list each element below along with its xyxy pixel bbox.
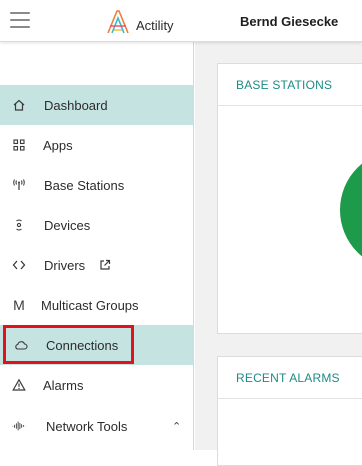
card-title: BASE STATIONS bbox=[218, 64, 362, 106]
signal-wave-icon bbox=[11, 418, 27, 434]
warning-icon bbox=[11, 377, 27, 393]
home-icon bbox=[11, 97, 27, 113]
sidebar-item-label: Base Stations bbox=[44, 177, 125, 193]
card-title: RECENT ALARMS bbox=[218, 357, 362, 399]
main-content: BASE STATIONS RECENT ALARMS bbox=[195, 42, 362, 466]
sidebar-item-devices[interactable]: Devices bbox=[0, 205, 194, 245]
sidebar-item-apps[interactable]: Apps bbox=[0, 125, 194, 165]
sidebar-item-label: Alarms bbox=[43, 377, 84, 393]
device-icon bbox=[11, 217, 27, 233]
highlight-annotation bbox=[3, 325, 134, 364]
sidebar-item-dashboard[interactable]: Dashboard bbox=[0, 85, 194, 125]
actility-logo-mark bbox=[107, 10, 129, 34]
sidebar: Dashboard Apps Base Stations Devices Dri… bbox=[0, 42, 194, 450]
sidebar-item-label: Devices bbox=[44, 217, 91, 233]
sidebar-item-multicast-groups[interactable]: M Multicast Groups bbox=[0, 285, 194, 325]
sidebar-item-label: Network Tools bbox=[46, 418, 128, 434]
user-name[interactable]: Bernd Giesecke bbox=[240, 14, 338, 29]
letter-m-icon: M bbox=[13, 297, 25, 313]
external-link-icon bbox=[100, 259, 111, 270]
chevron-up-icon[interactable]: ⌃ bbox=[172, 420, 181, 433]
code-brackets-icon bbox=[11, 257, 27, 273]
sidebar-item-alarms[interactable]: Alarms bbox=[0, 365, 194, 405]
sidebar-item-base-stations[interactable]: Base Stations bbox=[0, 165, 194, 205]
sidebar-item-drivers[interactable]: Drivers bbox=[0, 245, 194, 285]
sidebar-item-label: Multicast Groups bbox=[41, 297, 139, 313]
antenna-icon bbox=[11, 177, 27, 193]
logo-text: Actility bbox=[136, 17, 174, 33]
top-bar: Actility Bernd Giesecke bbox=[0, 0, 362, 42]
sidebar-item-label: Drivers bbox=[44, 257, 86, 273]
base-stations-status-chart[interactable] bbox=[340, 150, 362, 270]
base-stations-card: BASE STATIONS bbox=[217, 63, 362, 334]
hamburger-menu-icon[interactable] bbox=[10, 12, 30, 30]
sidebar-item-network-tools[interactable]: Network Tools ⌃ bbox=[0, 406, 194, 446]
sidebar-item-label: Apps bbox=[43, 137, 73, 153]
actility-logo[interactable]: Actility bbox=[104, 8, 174, 36]
sidebar-item-label: Dashboard bbox=[44, 97, 108, 113]
apps-grid-icon bbox=[11, 137, 27, 153]
